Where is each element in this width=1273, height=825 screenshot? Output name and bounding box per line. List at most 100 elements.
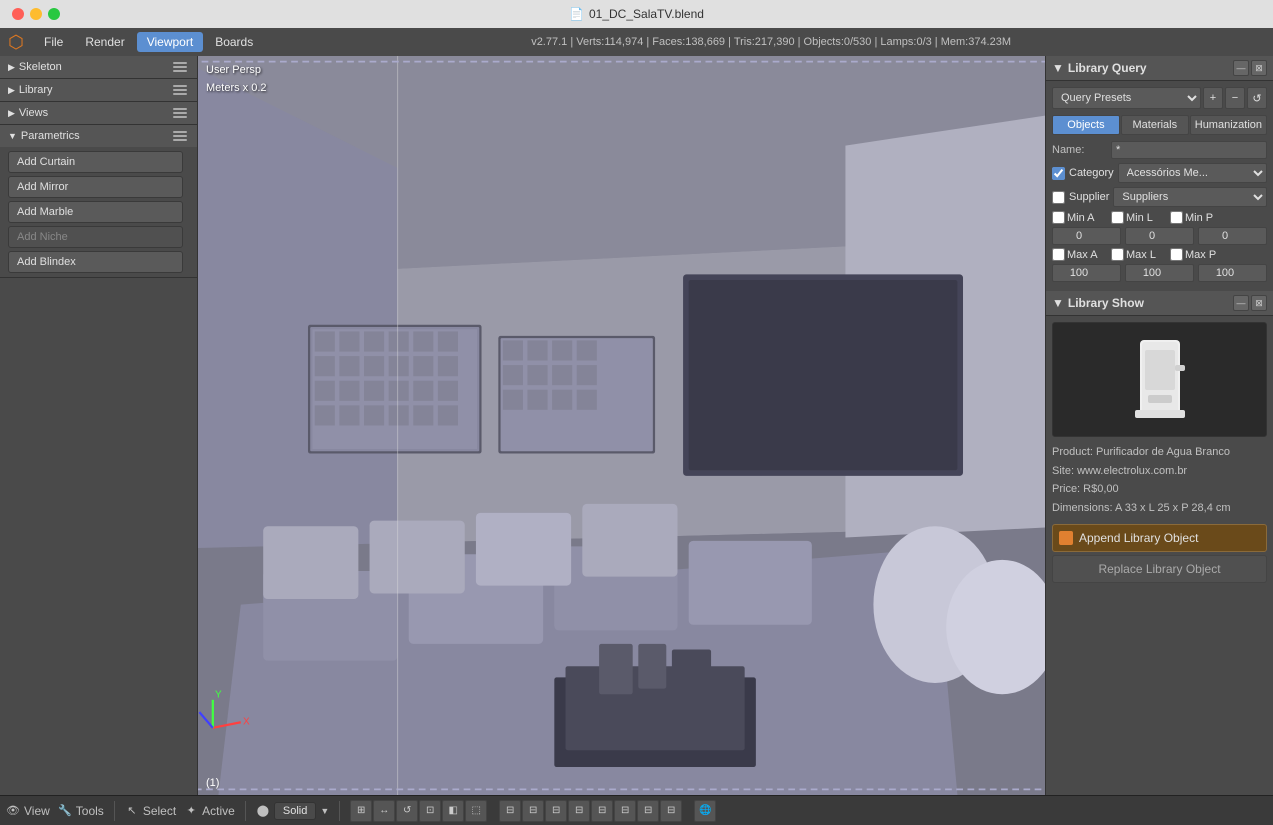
query-add-button[interactable]: + [1203,87,1223,109]
category-select[interactable]: Acessórios Me... [1118,163,1267,183]
mode-btn-6[interactable]: ⬚ [465,800,487,822]
supplier-label: Supplier [1069,191,1109,203]
min-p-checkbox[interactable] [1170,211,1183,224]
frame-label: (1) [206,777,219,789]
mode-btn-2[interactable]: ↔ [373,800,395,822]
supplier-checkbox[interactable] [1052,191,1065,204]
tools-label: Tools [76,804,104,818]
panel-pin-icon[interactable]: — [1233,60,1249,76]
replace-button[interactable]: Replace Library Object [1052,555,1267,583]
viewport[interactable]: User Persp Meters x 0.2 [198,56,1045,795]
tools-item[interactable]: 🔧 Tools [58,804,104,818]
layout-btn-8[interactable]: ⊟ [660,800,682,822]
active-label: Active [202,804,235,818]
library-show-pin-icon[interactable]: — [1233,295,1249,311]
menu-file[interactable]: File [34,32,73,52]
layout-btn-6[interactable]: ⊟ [614,800,636,822]
layout-btn-5[interactable]: ⊟ [591,800,613,822]
views-header[interactable]: ▶ Views [0,102,197,124]
library-query-title: ▼ Library Query [1052,61,1147,75]
library-header[interactable]: ▶ Library [0,79,197,101]
layout-btn-1[interactable]: ⊟ [499,800,521,822]
window-controls[interactable] [12,8,60,20]
active-item[interactable]: ✦ Active [184,804,235,818]
min-l-input[interactable] [1125,227,1194,245]
library-show-header[interactable]: ▼ Library Show — ⊠ [1046,291,1273,316]
menu-render[interactable]: Render [75,32,134,52]
query-presets-select[interactable]: Query Presets [1052,87,1201,109]
left-sidebar: ▶ Skeleton ▶ Library ▶ Views [0,56,198,795]
library-query-header[interactable]: ▼ Library Query — ⊠ [1046,56,1273,81]
library-section: ▶ Library [0,79,197,102]
view-label: View [24,804,50,818]
panel-detach-icon[interactable]: ⊠ [1251,60,1267,76]
bottom-bar: 👁 View 🔧 Tools ↖ Select ✦ Active ⬤ Solid… [0,795,1273,825]
maximize-button[interactable] [48,8,60,20]
max-p-input[interactable] [1198,264,1267,282]
add-niche-button[interactable]: Add Niche [8,226,183,248]
min-p-input[interactable] [1198,227,1267,245]
layout-btn-4[interactable]: ⊟ [568,800,590,822]
supplier-row: Supplier Suppliers [1052,187,1267,207]
mode-btn-1[interactable]: ⊞ [350,800,372,822]
max-p-checkbox[interactable] [1170,248,1183,261]
layout-btn-2[interactable]: ⊟ [522,800,544,822]
tab-objects[interactable]: Objects [1052,115,1120,135]
category-checkbox[interactable] [1052,167,1065,180]
menu-boards[interactable]: Boards [205,32,263,52]
views-section: ▶ Views [0,102,197,125]
main-layout: ▶ Skeleton ▶ Library ▶ Views [0,56,1273,795]
max-l-label: Max L [1126,249,1156,261]
query-remove-button[interactable]: − [1225,87,1245,109]
library-show-content: Product: Purificador de Agua Branco Site… [1046,316,1273,589]
svg-text:X: X [243,716,250,727]
query-refresh-button[interactable]: ↺ [1247,87,1267,109]
layout-btn-7[interactable]: ⊟ [637,800,659,822]
add-marble-button[interactable]: Add Marble [8,201,183,223]
view-item[interactable]: 👁 View [6,804,50,818]
library-label: Library [19,84,53,96]
select-item[interactable]: ↖ Select [125,804,176,818]
add-blindex-button[interactable]: Add Blindex [8,251,183,273]
bottom-right-group: ⊟ ⊟ ⊟ ⊟ ⊟ ⊟ ⊟ ⊟ [499,800,682,822]
minimize-button[interactable] [30,8,42,20]
solid-button[interactable]: Solid [274,802,316,820]
tab-humanization[interactable]: Humanization [1190,115,1267,135]
add-curtain-button[interactable]: Add Curtain [8,151,183,173]
tab-materials[interactable]: Materials [1121,115,1189,135]
stats-display: v2.77.1 | Verts:114,974 | Faces:138,669 … [273,36,1269,48]
product-image [1120,330,1200,430]
solid-mode-item[interactable]: ⬤ Solid ▼ [256,802,329,820]
separator-3 [339,801,340,821]
layout-btn-3[interactable]: ⊟ [545,800,567,822]
max-a-input[interactable] [1052,264,1121,282]
close-button[interactable] [12,8,24,20]
max-row: Max A Max L Max P [1052,248,1267,261]
supplier-select[interactable]: Suppliers [1113,187,1267,207]
min-a-label: Min A [1067,212,1095,224]
add-mirror-button[interactable]: Add Mirror [8,176,183,198]
parametrics-header[interactable]: ▼ Parametrics [0,125,197,147]
menu-viewport[interactable]: Viewport [137,32,203,52]
globe-btn-container: 🌐 [694,800,716,822]
parametrics-label: Parametrics [21,130,80,142]
library-query-content: Query Presets + − ↺ Objects Materials Hu… [1046,81,1273,291]
mode-btn-5[interactable]: ◧ [442,800,464,822]
mode-group: ⊞ ↔ ↺ ⊡ ◧ ⬚ [350,800,487,822]
mode-btn-4[interactable]: ⊡ [419,800,441,822]
max-l-checkbox[interactable] [1111,248,1124,261]
min-a-input[interactable] [1052,227,1121,245]
min-a-checkbox[interactable] [1052,211,1065,224]
max-a-checkbox[interactable] [1052,248,1065,261]
append-button[interactable]: Append Library Object [1052,524,1267,552]
global-icon[interactable]: 🌐 [694,800,716,822]
mode-btn-3[interactable]: ↺ [396,800,418,822]
solid-chevron-icon: ▼ [320,806,329,816]
parametrics-section: ▼ Parametrics Add Curtain Add Mirror Add… [0,125,197,278]
library-show-detach-icon[interactable]: ⊠ [1251,295,1267,311]
name-input[interactable] [1111,141,1267,159]
library-arrow: ▶ [8,85,15,96]
skeleton-header[interactable]: ▶ Skeleton [0,56,197,78]
max-l-input[interactable] [1125,264,1194,282]
min-l-checkbox[interactable] [1111,211,1124,224]
